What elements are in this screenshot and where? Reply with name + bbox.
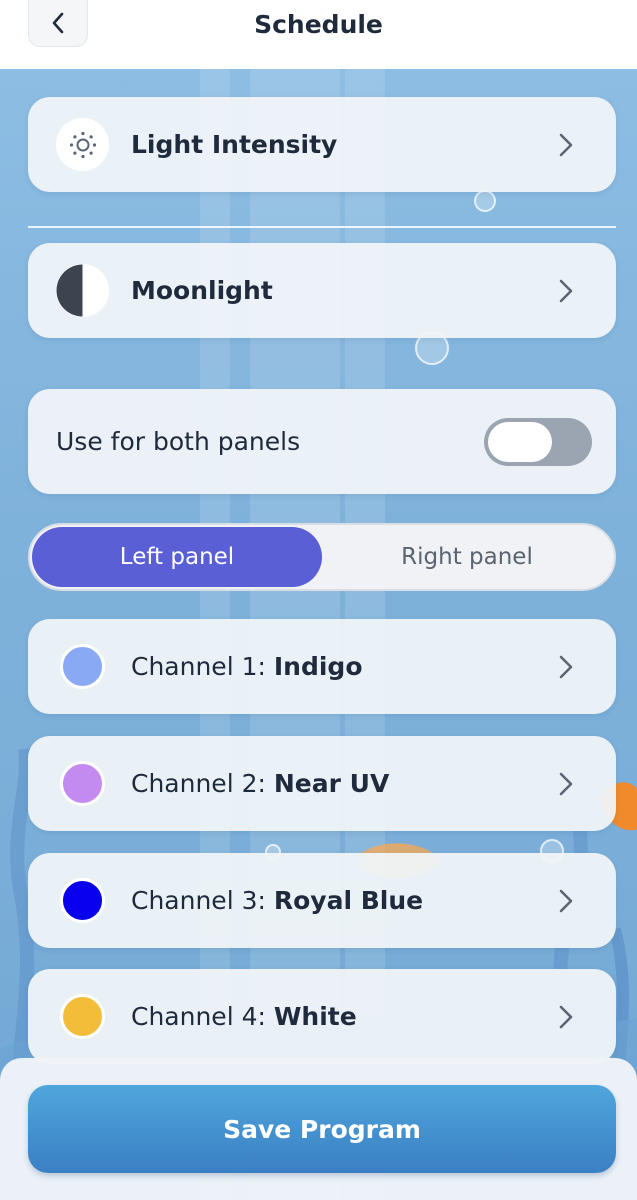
channel-2-label: Channel 2: Near UV [131, 769, 556, 798]
page-title: Schedule [254, 10, 383, 39]
tab-right-panel[interactable]: Right panel [322, 527, 612, 587]
moonlight-label: Moonlight [131, 276, 273, 305]
channel-4-name: White [273, 1002, 357, 1031]
half-moon-icon-wrapper [56, 264, 109, 317]
channel-1-name: Indigo [273, 652, 363, 681]
use-both-panels-toggle[interactable] [484, 417, 592, 466]
chevron-right-icon [559, 889, 573, 912]
channel-2-prefix: Channel 2: [131, 769, 274, 798]
save-program-button[interactable]: Save Program [28, 1085, 616, 1173]
channel-3-name: Royal Blue [273, 886, 424, 915]
channel-1-color-swatch [60, 644, 105, 689]
channel-4-swatch-wrapper [56, 990, 109, 1043]
sun-icon-wrapper [56, 118, 109, 171]
channel-4-prefix: Channel 4: [131, 1002, 274, 1031]
light-intensity-label: Light Intensity [131, 130, 338, 159]
chevron-right-icon [559, 1005, 573, 1028]
sun-icon [69, 131, 96, 158]
section-divider [28, 226, 616, 228]
channel-1-label: Channel 1: Indigo [131, 652, 556, 681]
channel-3-label: Channel 3: Royal Blue [131, 886, 556, 915]
half-moon-icon [56, 264, 109, 317]
channel-4-color-swatch [60, 994, 105, 1039]
toggle-knob [488, 421, 552, 462]
channel-1-prefix: Channel 1: [131, 652, 274, 681]
channel-row-3[interactable]: Channel 3: Royal Blue [28, 853, 616, 948]
light-intensity-row[interactable]: Light Intensity [28, 97, 616, 192]
channel-3-color-swatch [60, 878, 105, 923]
channel-3-swatch-wrapper [56, 874, 109, 927]
channel-4-label: Channel 4: White [131, 1002, 556, 1031]
channel-row-4[interactable]: Channel 4: White [28, 969, 616, 1064]
tab-left-panel[interactable]: Left panel [32, 527, 322, 587]
chevron-right-icon [559, 279, 573, 302]
chevron-right-icon [559, 772, 573, 795]
channel-3-prefix: Channel 3: [131, 886, 274, 915]
panel-selector: Left panel Right panel [28, 523, 616, 591]
channel-2-name: Near UV [273, 769, 390, 798]
use-both-panels-label: Use for both panels [56, 427, 301, 456]
channel-row-2[interactable]: Channel 2: Near UV [28, 736, 616, 831]
channel-1-swatch-wrapper [56, 640, 109, 693]
channel-2-swatch-wrapper [56, 757, 109, 810]
chevron-right-icon [559, 655, 573, 678]
channel-row-1[interactable]: Channel 1: Indigo [28, 619, 616, 714]
channel-2-color-swatch [60, 761, 105, 806]
app-header: Schedule [0, 0, 637, 69]
moonlight-row[interactable]: Moonlight [28, 243, 616, 338]
chevron-right-icon [559, 133, 573, 156]
use-both-panels-row: Use for both panels [28, 389, 616, 494]
